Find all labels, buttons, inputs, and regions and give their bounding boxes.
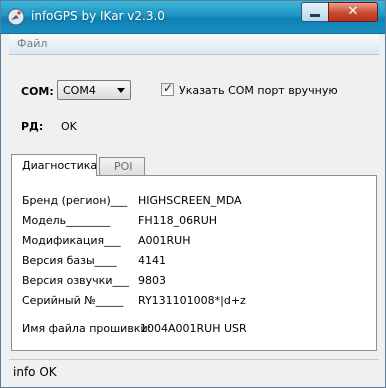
rd-label: РД:: [21, 120, 44, 133]
modification-value: A001RUH: [138, 234, 191, 247]
brand-value: HIGHSCREEN_MDA: [138, 194, 242, 207]
firmware-value: 1004A001RUH USR: [140, 322, 247, 335]
close-button[interactable]: ✕: [328, 2, 378, 22]
minimize-icon: [310, 14, 320, 17]
tab-diagnostics[interactable]: Диагностика: [11, 154, 97, 176]
checkmark-icon: ✓: [163, 81, 174, 95]
firmware-label: Имя файла прошивки:: [22, 322, 152, 335]
com-label: COM:: [21, 85, 54, 98]
db-version-value: 4141: [138, 254, 166, 267]
modification-label: Модификация___: [22, 234, 121, 247]
diagnostics-panel: Бренд (регион)___ HIGHSCREEN_MDA Модель_…: [11, 175, 377, 351]
tab-poi[interactable]: POI: [99, 157, 145, 176]
title-bar[interactable]: infoGPS by IKar v2.3.0 ✕: [1, 1, 385, 34]
com-port-value: COM4: [63, 84, 96, 97]
satellite-dish-icon: [7, 8, 25, 26]
minimize-button[interactable]: [301, 2, 329, 22]
chevron-down-icon: [117, 88, 125, 93]
serial-label: Серийный №_____: [22, 294, 124, 307]
app-window: infoGPS by IKar v2.3.0 ✕ Файл COM: COM4 …: [0, 0, 386, 388]
tab-poi-label: POI: [114, 160, 133, 173]
voice-version-label: Версия озвучки___: [22, 274, 129, 287]
model-label: Модель________: [22, 214, 111, 227]
menu-file[interactable]: Файл: [17, 37, 47, 50]
model-value: FH118_06RUH: [138, 214, 218, 227]
voice-version-value: 9803: [138, 274, 166, 287]
brand-label: Бренд (регион)___: [22, 194, 128, 207]
rd-value: OK: [61, 120, 77, 133]
status-text: info OK: [13, 365, 57, 379]
close-icon: ✕: [347, 4, 359, 19]
status-bar: info OK: [9, 359, 379, 382]
db-version-label: Версия базы____: [22, 254, 117, 267]
manual-com-label[interactable]: Указать COM порт вручную: [179, 84, 338, 97]
serial-value: RY131101008*|d+z: [138, 294, 246, 307]
tab-strip: Диагностика POI: [11, 154, 377, 176]
manual-com-checkbox[interactable]: ✓: [161, 81, 174, 96]
tab-diagnostics-label: Диагностика: [22, 159, 98, 172]
window-title: infoGPS by IKar v2.3.0: [31, 9, 165, 23]
main-panel: COM: COM4 ✓ Указать COM порт вручную РД:…: [9, 55, 379, 359]
com-port-select[interactable]: COM4: [57, 80, 131, 100]
menu-bar: Файл: [9, 34, 379, 55]
